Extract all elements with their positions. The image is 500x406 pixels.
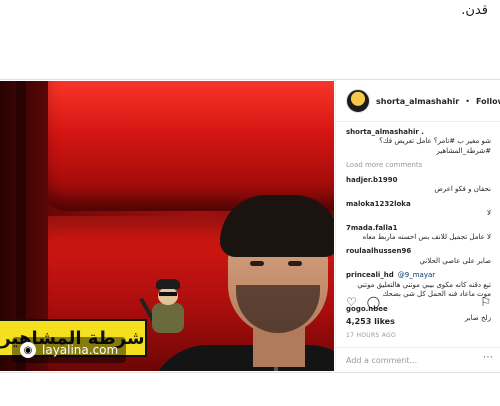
bookmark-icon[interactable]: ⚐ [480,295,491,309]
comment-mention[interactable]: @9_mayar [398,271,435,280]
post-sidebar: shorta_almashahir • Following shorta_alm… [335,81,500,371]
post-image: شرطة المشاهير ◉ layalina.com [0,81,334,371]
comment-header: princeali_hd @9_mayar [346,271,491,280]
comment-icon[interactable]: ◯ [367,295,380,309]
comment-username[interactable]: roulaalhussen96 [346,247,491,256]
comment-text: نحفان و فكو اعرض [434,185,491,194]
cop-hat [156,279,180,289]
likes-count[interactable]: 4,253 likes [346,317,395,326]
instagram-post: شرطة المشاهير ◉ layalina.com shorta_alma… [0,79,500,373]
list-item: maloka1232loka لا [346,200,491,219]
avatar[interactable] [346,89,370,113]
comment-text: لا عامل تجميل للانف بس احسنه ماربط معاه [362,232,491,241]
load-more-comments-link[interactable]: Load more comments [346,161,491,170]
post-header: shorta_almashahir • Following [336,81,500,122]
heart-icon[interactable]: ♡ [346,295,357,309]
jacket [148,345,334,371]
comment-list: shorta_almashahir . شو مغير ب #تامر؟ عام… [336,122,500,323]
cop-sunglasses [159,292,177,296]
caption: shorta_almashahir . شو مغير ب #تامر؟ عام… [346,128,491,156]
comment-username[interactable]: princeali_hd [346,271,394,280]
left-eye [250,261,264,266]
following-button[interactable]: Following [476,97,500,106]
action-bar: ♡ ◯ ⚐ [346,295,491,309]
post-timestamp: 17 HOURS AGO [346,332,397,339]
hair [220,195,334,257]
watermark: ◉ layalina.com [12,337,127,363]
right-eye [288,261,302,266]
list-item: hadjer.b1990 نحفان و فكو اعرض [346,176,491,195]
person-illustration [128,177,334,371]
comment-username[interactable]: maloka1232loka [346,200,491,209]
cop-head [158,287,178,305]
caption-username[interactable]: shorta_almashahir . [346,128,491,137]
top-text-fragment: قدن. [461,3,488,18]
comment-username[interactable]: hadjer.b1990 [346,176,491,185]
watermark-text: layalina.com [42,343,119,357]
list-item: roulaalhussen96 صابر على عاصي الحلاني [346,247,491,266]
comment-text: صابر على عاصي الحلاني [419,256,491,265]
police-cartoon-icon [139,279,190,335]
list-item: 7mada.falla1 لا عامل تجميل للانف بس احسن… [346,224,491,243]
comment-username[interactable]: 7mada.falla1 [346,224,491,233]
layalina-logo-icon: ◉ [20,342,36,358]
comment-text: لا [487,209,491,218]
more-options-icon[interactable]: ⋯ [483,352,493,363]
caption-text: شو مغير ب #تامر؟ عامل تعريض فك؟ #شرطة_ال… [379,137,491,155]
separator-dot: • [465,96,470,106]
post-username[interactable]: shorta_almashahir [376,97,459,106]
add-comment-input[interactable]: Add a comment... [336,347,500,372]
cop-body [152,303,184,333]
